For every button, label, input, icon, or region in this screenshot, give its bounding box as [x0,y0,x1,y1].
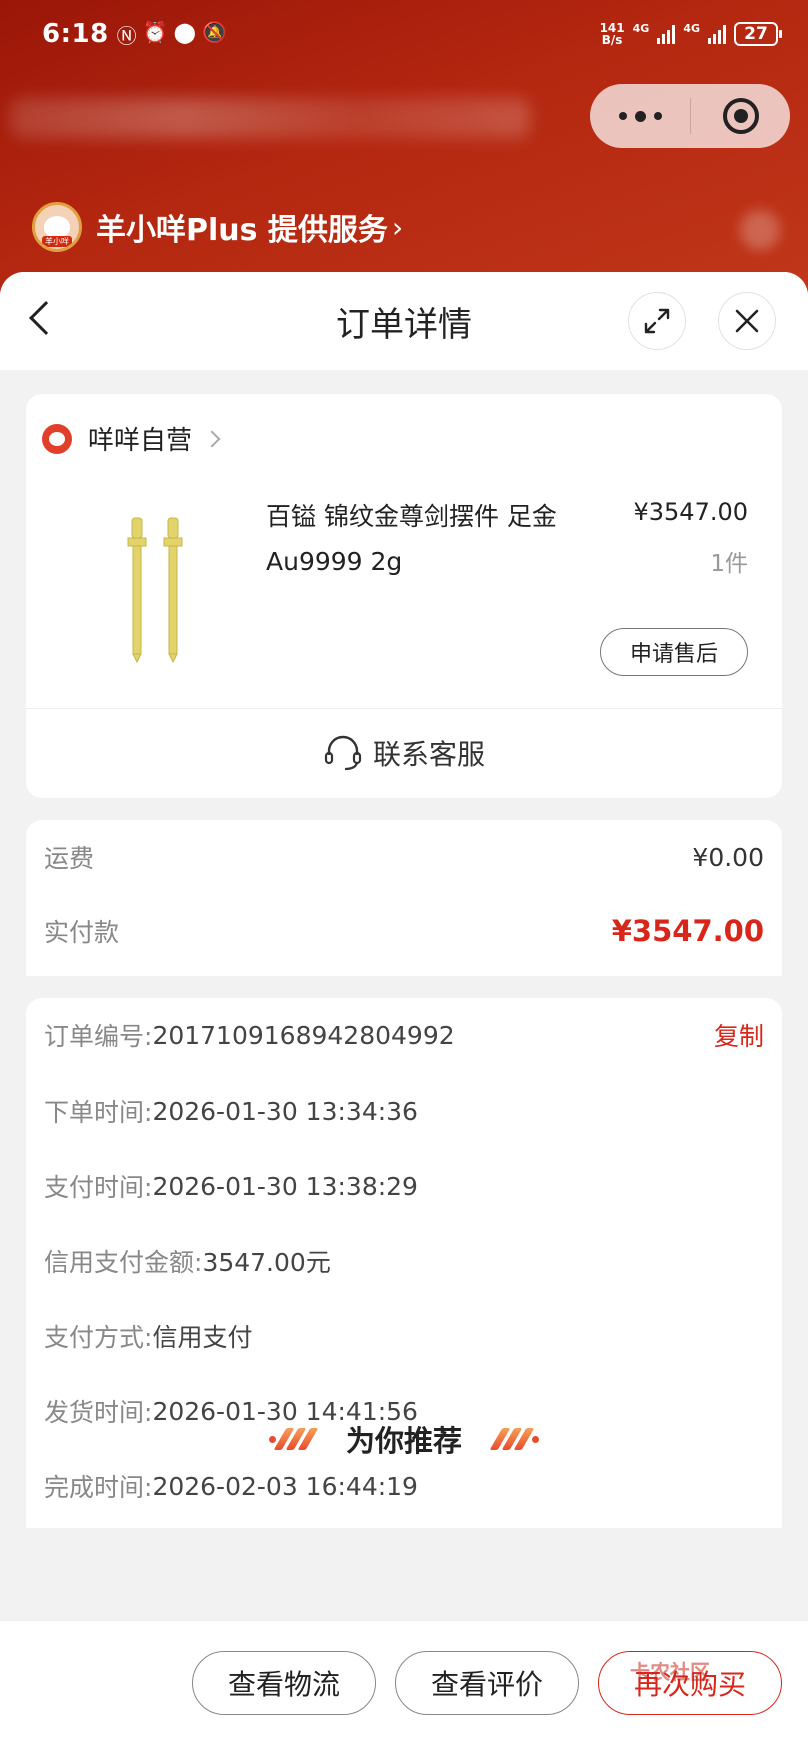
nfc-icon: Ⓝ [116,23,137,48]
contact-service-button[interactable]: 联系客服 [26,708,782,798]
close-miniprogram-icon[interactable] [691,98,790,134]
contact-service-label: 联系客服 [372,738,485,771]
close-icon [735,309,759,333]
mute-icon: 🔕 [201,19,227,44]
order-number-value: 2017109168942804992 [152,1020,455,1050]
watermark: 卡农社区 [630,1660,710,1684]
done-time-row: 完成时间: 2026-02-03 16:44:19 [44,1463,764,1509]
location-icon: ⬤ [173,19,196,44]
network-label-1: 4G [632,22,650,35]
pay-method-label: 支付方式: [44,1323,153,1352]
view-logistics-button[interactable]: 查看物流 [192,1651,376,1715]
expand-icon [644,308,670,334]
pay-time-value: 2026-01-30 13:38:29 [152,1171,418,1201]
order-number-label: 订单编号: [44,1022,153,1051]
battery-icon: 27 [734,22,782,46]
order-detail-sheet: 订单详情 咩咩自营 百镒 锦纹金尊剑摆件 足金Au9999 2g ¥3547.0… [0,272,808,1744]
net-speed: 141 B/s [599,21,625,47]
blurred-header-content [10,98,530,138]
chevron-right-icon [203,430,221,447]
recommend-section: 为你推荐 [0,1418,808,1460]
paid-label: 实付款 [44,918,120,947]
mini-program-capsule [590,84,790,148]
blurred-icon [740,210,780,250]
store-name: 咩咩自营 [88,426,193,456]
payment-summary-card: 运费 ¥0.00 实付款 ¥3547.00 [26,820,782,976]
pay-time-label: 支付时间: [44,1173,153,1202]
product-quantity: 1件 [710,551,748,577]
product-price: ¥3547.00 [633,498,748,526]
product-image[interactable] [114,514,204,664]
store-card: 咩咩自营 百镒 锦纹金尊剑摆件 足金Au9999 2g ¥3547.00 1件 … [26,394,782,798]
decoration-right-icon [489,1428,539,1450]
recommend-title: 为你推荐 [345,1424,462,1458]
pay-method-row: 支付方式: 信用支付 [44,1313,764,1359]
credit-amount-value: 3547.00元 [202,1248,331,1277]
copy-button[interactable]: 复制 [714,1017,764,1053]
pay-time-row: 支付时间: 2026-01-30 13:38:29 [44,1163,764,1209]
status-bar: 6:18 Ⓝ ⏰ ⬤ 🔕 141 B/s 4G 4G 27 [42,14,782,54]
provider-logo: 羊小咩 [32,202,82,252]
after-sale-button[interactable]: 申请售后 [600,628,748,676]
paid-row: 实付款 ¥3547.00 [44,900,764,962]
credit-amount-row: 信用支付金额: 3547.00元 [44,1238,764,1284]
done-time-value: 2026-02-03 16:44:19 [152,1471,418,1501]
page-header: 订单详情 [0,272,808,370]
view-review-button[interactable]: 查看评价 [395,1651,579,1715]
pay-method-value: 信用支付 [152,1323,253,1352]
order-time-label: 下单时间: [44,1098,153,1127]
alarm-icon: ⏰ [142,19,168,44]
store-header[interactable]: 咩咩自营 [42,420,221,457]
signal-icon [657,24,676,44]
store-logo-icon [42,423,72,454]
page-title: 订单详情 [336,304,472,345]
order-time-row: 下单时间: 2026-01-30 13:34:36 [44,1088,764,1134]
network-label-2: 4G [683,22,700,35]
shipping-row: 运费 ¥0.00 [44,834,764,880]
close-button[interactable] [718,292,776,350]
shipping-value: ¥0.00 [692,842,764,872]
provider-text: 羊小咩Plus 提供服务 [96,213,388,248]
status-time: 6:18 [42,19,109,49]
chevron-right-icon: › [391,210,404,244]
shipping-label: 运费 [44,844,95,873]
order-number-row: 订单编号: 2017109168942804992 复制 [44,1012,764,1058]
decoration-left-icon [268,1428,319,1450]
credit-amount-label: 信用支付金额: [44,1248,203,1277]
provider-link[interactable]: 羊小咩 羊小咩Plus 提供服务 › [32,202,403,252]
order-time-value: 2026-01-30 13:34:36 [152,1096,418,1126]
product-title[interactable]: 百镒 锦纹金尊剑摆件 足金Au9999 2g [266,494,566,584]
more-menu-icon[interactable] [590,110,690,122]
done-time-label: 完成时间: [44,1473,153,1502]
headset-icon [324,735,362,771]
expand-button[interactable] [628,292,686,350]
signal-icon-2 [708,24,726,44]
paid-value: ¥3547.00 [611,914,764,948]
